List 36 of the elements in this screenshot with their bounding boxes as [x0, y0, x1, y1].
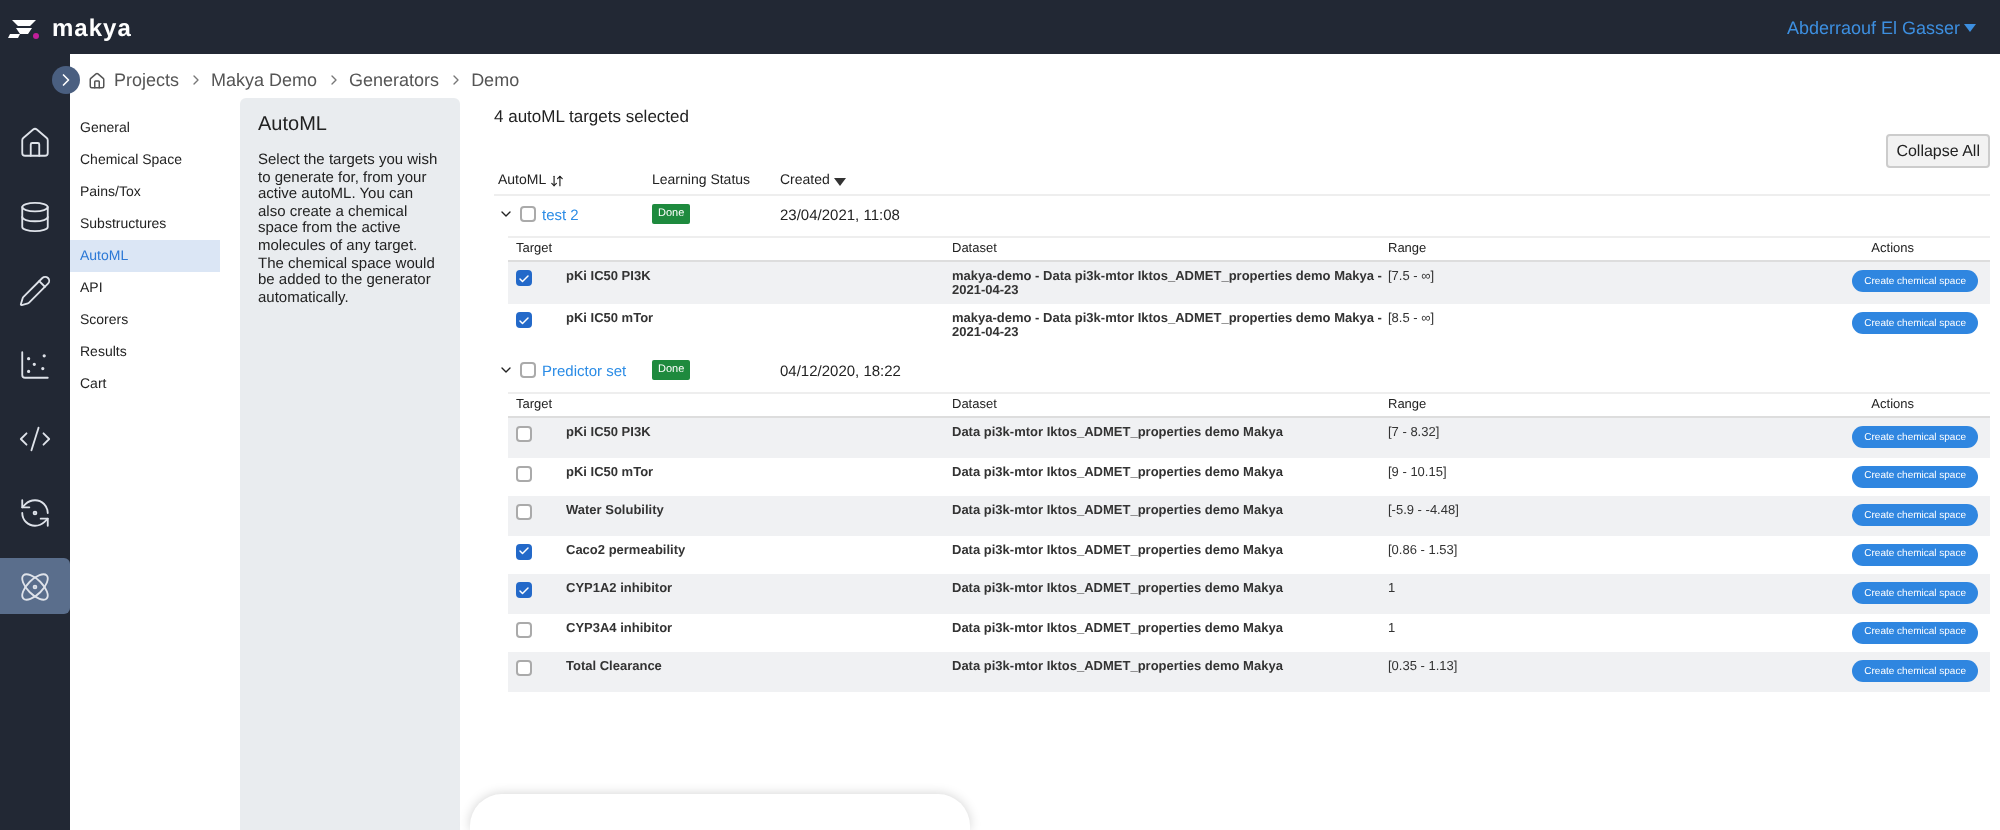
- atom-icon: [18, 569, 52, 603]
- checkbox[interactable]: [520, 362, 536, 378]
- scatter-chart-icon: [18, 347, 52, 381]
- pencil-icon: [18, 273, 52, 307]
- checkbox[interactable]: [516, 504, 532, 520]
- expand-icon[interactable]: [498, 206, 514, 222]
- sort-desc-icon[interactable]: [833, 177, 846, 185]
- checkbox[interactable]: [516, 621, 532, 637]
- code-icon: [18, 421, 52, 455]
- checkbox[interactable]: [520, 206, 536, 222]
- checkbox[interactable]: [516, 660, 532, 676]
- breadcrumb-link[interactable]: Projects: [114, 70, 180, 90]
- checkbox[interactable]: [516, 543, 532, 559]
- caret-icon: [1964, 23, 1976, 31]
- breadcrumb-link[interactable]: Generators: [349, 70, 440, 90]
- home-icon: [88, 71, 106, 89]
- breadcrumb-link[interactable]: Demo: [471, 70, 520, 90]
- makya-logo[interactable]: makya: [8, 13, 132, 41]
- home-icon: [18, 125, 52, 159]
- panel-title: AutoML: [258, 114, 329, 136]
- collapse-all-button[interactable]: Collapse All: [1886, 134, 1990, 168]
- user-menu[interactable]: Abderraouf El Gasser: [1786, 17, 1976, 37]
- checkbox[interactable]: [516, 426, 532, 442]
- selection-summary: 4 autoML targets selected: [494, 106, 691, 126]
- expand-icon[interactable]: [498, 362, 514, 378]
- checkbox[interactable]: [516, 270, 532, 286]
- sort-icon[interactable]: [550, 174, 565, 188]
- breadcrumb-link[interactable]: Makya Demo: [211, 70, 318, 90]
- checkbox[interactable]: [516, 465, 532, 481]
- logo-icon: [8, 15, 44, 39]
- expand-button[interactable]: [52, 66, 80, 94]
- refresh-icon: [18, 495, 52, 529]
- database-icon: [18, 199, 52, 233]
- logo-text: makya: [52, 13, 132, 41]
- checkbox[interactable]: [516, 582, 532, 598]
- checkbox[interactable]: [516, 312, 532, 328]
